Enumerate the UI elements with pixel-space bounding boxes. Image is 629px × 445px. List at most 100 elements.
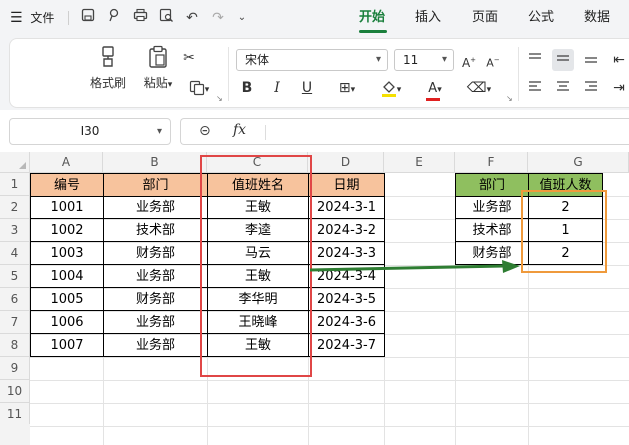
tab-formula[interactable]: 公式 [528,0,554,36]
table-cell[interactable]: 2024-3-7 [309,334,385,357]
font-size-select[interactable]: 11 ▾ [394,49,454,71]
summary-cell[interactable]: 业务部 [455,196,529,219]
column-header-d[interactable]: D [308,152,384,173]
table-cell[interactable]: 1001 [30,196,104,219]
bold-icon[interactable]: B [236,77,258,99]
table-cell[interactable]: 1002 [30,219,104,242]
table-cell[interactable]: 业务部 [104,334,208,357]
indent-increase-icon[interactable]: ⇥ [608,77,629,99]
align-bottom-icon[interactable] [580,49,602,71]
print-icon[interactable] [130,8,150,28]
hamburger-icon: ☰ [10,10,23,26]
paint-icon[interactable] [104,8,124,28]
row-header[interactable]: 1 [0,173,30,196]
table-cell[interactable]: 1007 [30,334,104,357]
font-expand-icon[interactable]: ↘ [506,94,513,103]
fx-icon[interactable]: fx [233,122,246,138]
redo-icon[interactable]: ↷ [208,8,228,28]
ribbon-divider [518,47,519,101]
name-box[interactable]: I30 ▾ [9,118,171,145]
table-cell[interactable]: 1003 [30,242,104,265]
table-header-cell[interactable]: 部门 [103,173,208,197]
row-header[interactable]: 6 [0,288,30,311]
table-cell[interactable]: 2024-3-2 [309,219,385,242]
fill-color-icon [381,81,396,97]
row-header[interactable]: 11 [0,403,30,426]
align-left-icon[interactable] [524,77,546,99]
undo-icon[interactable]: ↶ [182,8,202,28]
font-color-button[interactable]: A ▾ [418,77,452,101]
table-header-cell[interactable]: 日期 [308,173,385,197]
table-cell[interactable]: 2024-3-1 [309,196,385,219]
cut-icon[interactable]: ✂ [178,47,200,69]
italic-icon[interactable]: I [266,77,288,99]
font-name-select[interactable]: 宋体 ▾ [236,49,388,71]
gridline [30,357,629,358]
align-top-icon[interactable] [524,49,546,71]
summary-cell[interactable]: 技术部 [455,219,529,242]
column-header-g[interactable]: G [528,152,629,173]
indent-decrease-icon[interactable]: ⇤ [608,49,629,71]
gridline [30,426,629,427]
more-chevron-icon[interactable]: ⌄ [232,8,252,28]
table-cell[interactable]: 2024-3-5 [309,288,385,311]
spreadsheet-grid[interactable]: A B C D E F G 1 2 3 4 5 6 7 8 9 10 11 编号… [0,152,629,445]
fill-color-button[interactable]: ▾ [374,77,408,99]
font-size-dropdown-icon: ▾ [441,54,447,65]
table-cell[interactable]: 1006 [30,311,104,334]
row-header[interactable]: 2 [0,196,30,219]
table-cell[interactable]: 技术部 [104,219,208,242]
paste-button[interactable]: 粘贴▾ [138,45,178,93]
file-menu[interactable]: ☰ 文件 [10,0,54,36]
row-header[interactable]: 9 [0,357,30,380]
clear-format-button[interactable]: ⌫▾ [462,77,496,99]
format-painter-icon [102,46,114,67]
row-header[interactable]: 8 [0,334,30,357]
tab-insert[interactable]: 插入 [415,0,441,36]
row-header[interactable]: 7 [0,311,30,334]
table-cell[interactable]: 2024-3-6 [309,311,385,334]
table-cell[interactable]: 1005 [30,288,104,311]
font-name-value: 宋体 [245,53,270,67]
tab-page[interactable]: 页面 [472,0,498,36]
format-painter-button[interactable]: 格式刷 [88,45,128,91]
table-cell[interactable]: 业务部 [104,196,208,219]
column-header-e[interactable]: E [384,152,455,173]
table-cell[interactable]: 财务部 [104,242,208,265]
row-header[interactable]: 3 [0,219,30,242]
table-cell[interactable]: 业务部 [104,311,208,334]
tab-data[interactable]: 数据 [584,0,610,36]
save-icon[interactable] [78,8,98,28]
copy-icon [189,80,204,96]
borders-icon: ⊞ [338,80,351,96]
table-header-cell[interactable]: 编号 [30,173,104,197]
column-header-b[interactable]: B [103,152,207,173]
table-cell[interactable]: 1004 [30,265,104,288]
select-all-corner[interactable] [0,152,30,173]
align-center-icon[interactable] [552,77,574,99]
table-cell[interactable]: 业务部 [104,265,208,288]
copy-button[interactable]: ▾ [182,77,216,99]
paste-dropdown-icon: ▾ [167,80,173,90]
formula-divider [265,125,266,140]
decrease-font-icon[interactable]: A− [482,49,504,71]
fill-color-dropdown-icon: ▾ [396,85,402,95]
underline-icon[interactable]: U [296,77,318,99]
align-right-icon[interactable] [580,77,602,99]
row-header[interactable]: 5 [0,265,30,288]
column-header-f[interactable]: F [455,152,528,173]
formula-input[interactable]: ⊝ fx [180,118,629,145]
clipboard-expand-icon[interactable]: ↘ [216,94,223,103]
column-header-a[interactable]: A [30,152,103,173]
summary-header-cell[interactable]: 部门 [455,173,529,197]
increase-font-icon[interactable]: A+ [458,49,480,71]
clear-format-dropdown-icon: ▾ [486,85,492,95]
row-header[interactable]: 4 [0,242,30,265]
borders-button[interactable]: ⊞▾ [332,77,362,99]
row-header[interactable]: 10 [0,380,30,403]
print-preview-icon[interactable] [156,8,176,28]
zoom-icon[interactable]: ⊝ [199,123,211,139]
table-cell[interactable]: 财务部 [104,288,208,311]
align-middle-icon[interactable] [552,49,574,71]
highlight-box-name-column [200,155,312,377]
